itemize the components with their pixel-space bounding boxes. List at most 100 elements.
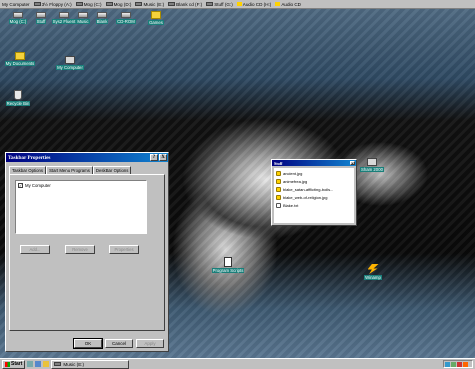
desktop-icon-games[interactable]: Games	[142, 11, 170, 25]
drive-mog-c[interactable]: Mog (C:)	[74, 2, 104, 7]
image-file-icon	[276, 194, 281, 200]
desktop-icon-sham[interactable]: Sham 2000	[356, 158, 388, 172]
close-button[interactable]: X	[159, 154, 167, 161]
file-item[interactable]: animefrea.jpg	[276, 177, 352, 185]
desktop-icon-program-scripts[interactable]: Program Scripts	[211, 257, 245, 273]
close-icon[interactable]: ×	[350, 161, 355, 166]
cancel-button[interactable]: Cancel	[105, 339, 133, 348]
desktop-icon-my-computer[interactable]: My Computer	[52, 56, 88, 70]
monitor-icon	[367, 158, 377, 166]
document-icon	[224, 257, 232, 267]
audio-cd-icon	[236, 2, 242, 6]
drive-stuff-g[interactable]: Stuff (G:)	[204, 2, 235, 7]
drive-audio-h[interactable]: Audio CD (H:)	[235, 2, 274, 7]
hard-drive-icon	[59, 12, 69, 18]
drive-audio-i[interactable]: Audio CD	[273, 2, 303, 7]
taskbar-properties-dialog[interactable]: Taskbar Properties ? X Taskbar Options S…	[5, 152, 169, 352]
folder-icon[interactable]	[43, 361, 50, 367]
winamp-icon	[367, 264, 379, 274]
toolbar-listbox[interactable]: ✓ My Computer	[15, 180, 147, 234]
file-item[interactable]: ancient.jpg	[276, 169, 352, 177]
desktop-icon-winamp[interactable]: Winamp	[357, 264, 389, 280]
tab-start-menu-programs[interactable]: Start Menu Programs	[46, 166, 93, 174]
hard-drive-icon	[54, 362, 62, 366]
add-button[interactable]: Add...	[20, 245, 50, 254]
start-button[interactable]: Start	[2, 359, 26, 369]
cd-drive-icon	[168, 2, 176, 6]
drive-blank-f[interactable]: Blank cd (F:)	[166, 2, 204, 7]
drive-music-e[interactable]: Music (E:)	[133, 2, 166, 7]
file-name: blake_satan-afflicting-boils...	[283, 186, 334, 192]
hard-drive-icon	[78, 12, 88, 18]
tray-app-icon[interactable]	[463, 361, 468, 367]
file-item[interactable]: blake_satan-afflicting-boils...	[276, 185, 352, 193]
image-file-icon	[276, 178, 281, 184]
tab-taskbar-options[interactable]: Taskbar Options	[9, 166, 47, 174]
drive-floppy-a[interactable]: 3½ Floppy (A:)	[32, 2, 74, 7]
file-item[interactable]: blake_web-of-religion.jpg	[276, 193, 352, 201]
desktop-icon-label: My Computer	[56, 65, 84, 70]
browser-icon[interactable]	[35, 361, 42, 367]
hard-drive-icon	[105, 2, 113, 6]
desktop-icon-label: CD-ROM	[116, 19, 136, 24]
image-file-icon	[276, 170, 281, 176]
drive-label: Mog (C:)	[83, 1, 102, 7]
apply-button[interactable]: Apply	[136, 339, 164, 348]
desktop-icon-my-documents[interactable]: My Documents	[2, 52, 38, 66]
help-button[interactable]: ?	[150, 154, 158, 161]
list-item[interactable]: ✓ My Computer	[18, 183, 144, 188]
drive-label: Stuff (G:)	[214, 1, 233, 7]
file-window[interactable]: Stuff × ancient.jpg animefrea.jpg blake_…	[271, 159, 357, 226]
drive-label: Audio CD	[281, 1, 302, 7]
start-label: Start	[11, 361, 23, 367]
desktop-icon-cd-rom[interactable]: CD-ROM	[112, 12, 140, 24]
desktop-icon-label: Sham 2000	[360, 167, 384, 172]
desktop-icon-label: My Documents	[4, 61, 36, 66]
dialog-title: Taskbar Properties	[8, 154, 51, 161]
file-list: ancient.jpg animefrea.jpg blake_satan-af…	[274, 168, 354, 223]
task-label: Music (E:)	[63, 361, 85, 367]
desktop-icon-label: Music	[76, 19, 90, 24]
dialog-buttons: OK Cancel Apply	[73, 338, 164, 349]
remove-button[interactable]: Remove	[65, 245, 95, 254]
ok-button[interactable]: OK	[73, 338, 103, 349]
audio-cd-icon	[275, 2, 281, 6]
cd-drive-icon	[97, 12, 107, 18]
hard-drive-icon	[135, 2, 143, 6]
tab-strip: Taskbar Options Start Menu Programs Desk…	[6, 162, 168, 175]
games-icon	[151, 11, 161, 19]
hard-drive-icon	[13, 12, 23, 18]
file-window-title: Stuff	[274, 160, 283, 166]
file-name: Blake.txt	[283, 202, 299, 208]
drive-mog-d[interactable]: Mog (D:)	[104, 2, 134, 7]
drive-my-computer[interactable]: My Computer	[0, 2, 32, 7]
desktop-icon-label: Program Scripts	[211, 268, 245, 273]
volume-icon[interactable]	[451, 361, 456, 367]
drive-label: Blank cd (F:)	[176, 1, 203, 7]
drive-label: Music (E:)	[143, 1, 165, 7]
task-music-e[interactable]: Music (E:)	[51, 359, 130, 369]
show-desktop-icon[interactable]	[27, 361, 34, 367]
properties-button[interactable]: Properties	[109, 245, 139, 254]
drive-bar: My Computer 3½ Floppy (A:) Mog (C:) Mog …	[0, 0, 475, 9]
file-name: animefrea.jpg	[283, 178, 308, 184]
list-item-label: My Computer	[25, 183, 51, 188]
text-file-icon	[276, 202, 281, 208]
desktop-icon-blank[interactable]: Blank	[90, 12, 114, 24]
drive-label: My Computer	[2, 1, 30, 7]
file-item[interactable]: Blake.txt	[276, 201, 352, 209]
desktop-icon-label: Games	[148, 20, 164, 25]
computer-icon	[65, 56, 75, 64]
desktop-icon-label: Stuff	[35, 19, 47, 24]
desktop-icon-label: Winamp	[364, 275, 382, 280]
hard-drive-icon	[36, 12, 46, 18]
network-icon[interactable]	[445, 361, 450, 367]
desktop-icon-recycle-bin[interactable]: Recycle Bin	[2, 90, 34, 106]
hard-drive-icon	[206, 2, 214, 6]
tray-app-icon[interactable]	[457, 361, 462, 367]
desktop-icon-label: Recycle Bin	[5, 101, 31, 106]
file-window-titlebar[interactable]: Stuff ×	[272, 160, 356, 166]
checkbox[interactable]: ✓	[18, 183, 23, 188]
dialog-titlebar[interactable]: Taskbar Properties ? X	[6, 153, 168, 162]
cd-drive-icon	[121, 12, 131, 18]
